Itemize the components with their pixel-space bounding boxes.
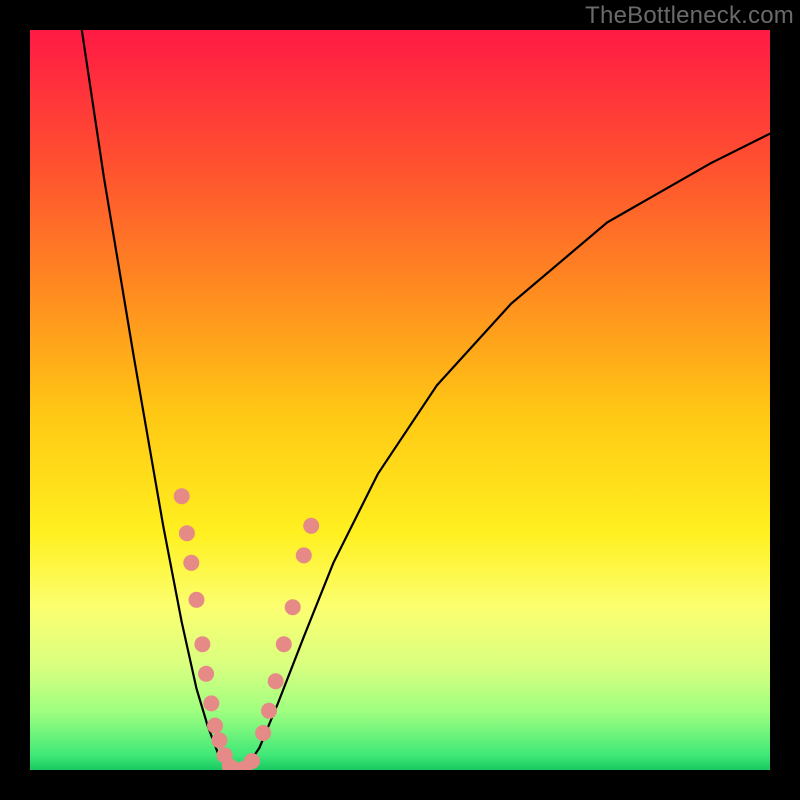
marker-dot xyxy=(276,636,292,652)
curve-layer xyxy=(82,30,770,770)
marker-layer xyxy=(174,488,320,770)
marker-dot xyxy=(285,599,301,615)
chart-outer-frame: TheBottleneck.com xyxy=(0,0,800,800)
marker-dot xyxy=(303,518,319,534)
marker-dot xyxy=(198,666,214,682)
marker-dot xyxy=(211,732,227,748)
marker-dot xyxy=(207,718,223,734)
marker-dot xyxy=(174,488,190,504)
marker-dot xyxy=(183,555,199,571)
chart-svg xyxy=(30,30,770,770)
watermark-text: TheBottleneck.com xyxy=(585,2,794,30)
marker-dot xyxy=(194,636,210,652)
marker-dot xyxy=(261,703,277,719)
chart-plot-area xyxy=(30,30,770,770)
marker-dot xyxy=(296,547,312,563)
marker-dot xyxy=(179,525,195,541)
curve-right-arm xyxy=(245,134,770,770)
marker-dot xyxy=(203,695,219,711)
marker-dot xyxy=(268,673,284,689)
marker-dot xyxy=(255,725,271,741)
curve-left-arm xyxy=(82,30,230,770)
marker-dot xyxy=(189,592,205,608)
marker-dot xyxy=(244,753,260,769)
